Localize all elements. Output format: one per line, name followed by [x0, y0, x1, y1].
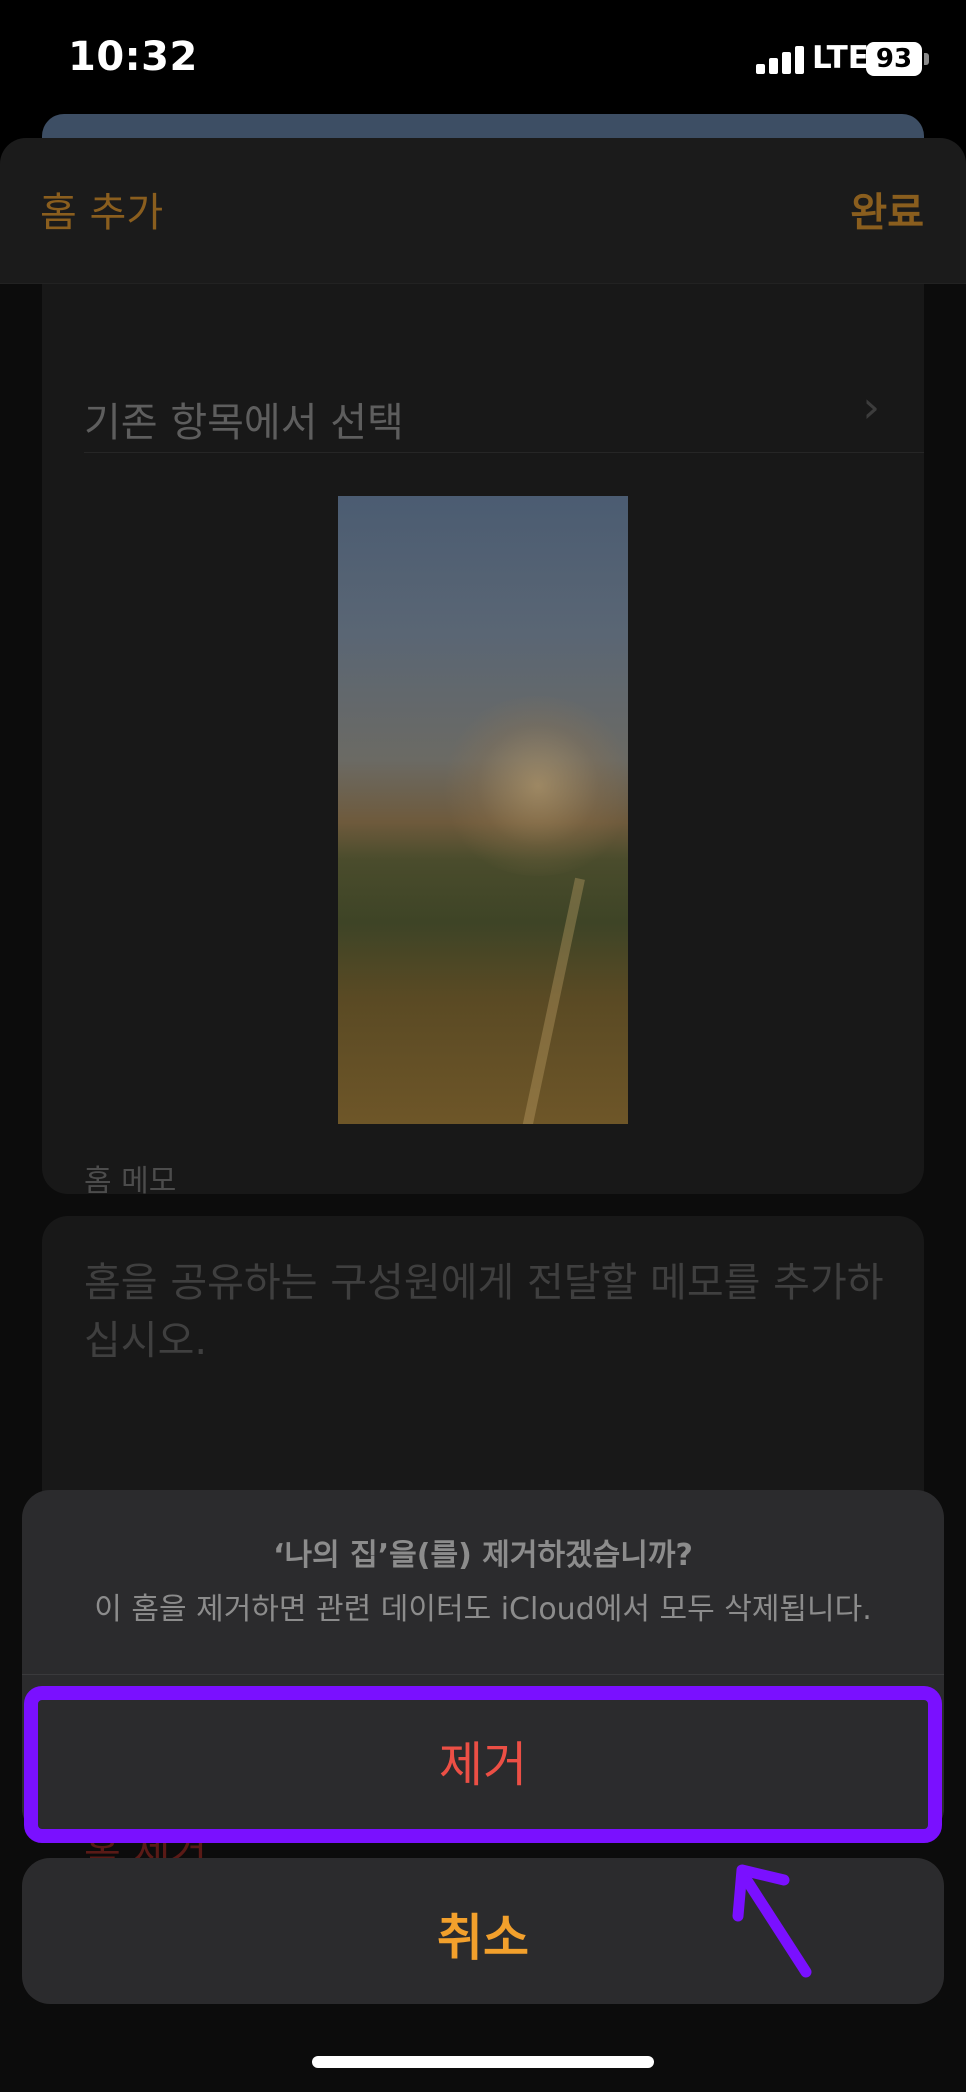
cellular-signal-icon: [756, 46, 804, 74]
battery-tip: [924, 53, 929, 65]
action-sheet-title: ‘나의 집’을(를) 제거하겠습니까?: [273, 1538, 693, 1573]
screen: 10:32 LTE 93 홈 추가 완료 기존 항목에서 선택 › 홈 메모 홈…: [0, 0, 966, 2092]
wallpaper-card: 기존 항목에서 선택 ›: [42, 248, 924, 1194]
memo-section-label: 홈 메모: [84, 1164, 177, 1199]
wallpaper-preview[interactable]: [338, 496, 628, 1124]
choose-existing-row[interactable]: 기존 항목에서 선택: [84, 390, 882, 452]
nav-title: 홈 추가: [40, 190, 164, 236]
status-bar: 10:32 LTE 93: [0, 0, 966, 120]
nav-bar: 홈 추가 완료: [0, 138, 966, 284]
sun-glow: [438, 696, 628, 876]
action-sheet-message: 이 홈을 제거하면 관련 데이터도 iCloud에서 모두 삭제됩니다.: [94, 1592, 872, 1627]
done-button[interactable]: 완료: [850, 180, 924, 238]
home-indicator[interactable]: [312, 2056, 654, 2068]
status-time: 10:32: [68, 34, 198, 80]
network-type: LTE: [812, 40, 869, 76]
memo-input[interactable]: 홈을 공유하는 구성원에게 전달할 메모를 추가하십시오.: [84, 1254, 904, 1370]
light-streak: [521, 877, 585, 1124]
highlight-box: [24, 1686, 942, 1843]
pointer-arrow-icon: [732, 1864, 812, 1978]
chevron-right-icon: ›: [862, 382, 880, 433]
divider: [84, 452, 924, 453]
battery-icon: 93: [866, 42, 922, 76]
